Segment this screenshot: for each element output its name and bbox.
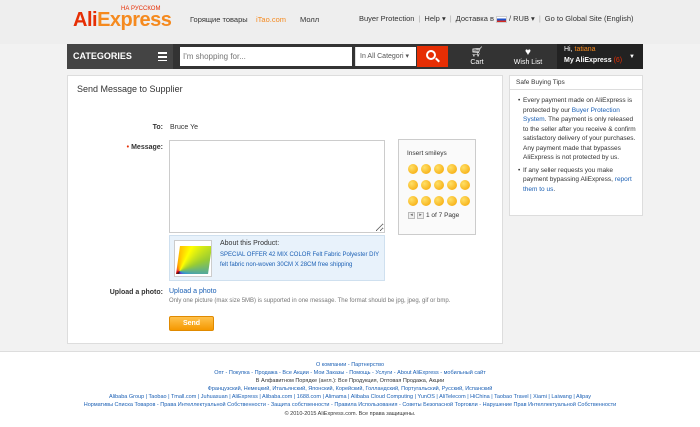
chevron-down-icon: ▾ [405, 53, 410, 60]
aliexpress-logo[interactable]: НА РУССКОМ AliExpress [73, 6, 172, 32]
upload-note: Only one picture (max size 5MB) is suppo… [169, 298, 451, 304]
top-bar: НА РУССКОМ AliExpress Горящие товары iTa… [0, 0, 700, 44]
main-nav-bar: CATEGORIES In All Categori ▾ 🛒︎ Cart ♥ W… [67, 44, 643, 69]
global-site-link[interactable]: Go to Global Site (English) [545, 14, 634, 23]
upload-label: Upload a photo: [109, 289, 163, 296]
count-badge: (6) [613, 57, 623, 64]
smiley-icon[interactable] [434, 196, 444, 206]
smiley-icon[interactable] [460, 164, 470, 174]
send-message-panel: Send Message to Supplier To: Bruce Ye • M… [67, 75, 503, 344]
categories-menu[interactable]: CATEGORIES [67, 44, 173, 69]
user-name: tatiana [574, 46, 596, 53]
copyright: © 2010-2015 AliExpress.com. Все права за… [284, 411, 416, 417]
message-label: • Message: [126, 144, 163, 151]
smiley-icon[interactable] [421, 180, 431, 190]
smileys-title: Insert smileys [407, 150, 447, 157]
smiley-icon[interactable] [447, 180, 457, 190]
prev-page-button[interactable]: ◂ [408, 212, 415, 219]
smiley-icon[interactable] [447, 164, 457, 174]
safe-buying-tips: Safe Buying Tips Every payment made on A… [509, 75, 643, 216]
product-link[interactable]: SPECIAL OFFER 42 MIX COLOR Felt Fabric P… [220, 250, 382, 270]
tips-title: Safe Buying Tips [510, 76, 642, 90]
tip-item: If any seller requests you make payment … [518, 166, 638, 195]
tip-item: Every payment made on AliExpress is prot… [518, 96, 638, 163]
help-menu[interactable]: Help ▾ [424, 14, 445, 23]
upload-photo-link[interactable]: Upload a photo [169, 288, 216, 295]
smiley-grid [408, 164, 474, 212]
send-button[interactable]: Send [169, 316, 214, 331]
product-thumbnail[interactable] [174, 240, 212, 277]
footer-links-main[interactable]: Опт - Покупка - Продажа - Все Акции - Мо… [0, 370, 700, 376]
menu-icon [158, 52, 167, 61]
buyer-protection-link[interactable]: Buyer Protection [359, 14, 414, 23]
smiley-icon[interactable] [408, 180, 418, 190]
smiley-icon[interactable] [434, 180, 444, 190]
footer-links-languages[interactable]: Французский, Немецкий, Итальянский, Япон… [0, 386, 700, 392]
logo-express: Express [97, 9, 172, 31]
heart-icon: ♥ [525, 47, 531, 58]
hot-products-link[interactable]: Горящие товары [190, 15, 248, 24]
page-title: Send Message to Supplier [77, 84, 183, 94]
footer-links-policies[interactable]: Нормативы Списка Товаров - Права Интелле… [0, 402, 700, 408]
search-category-select[interactable]: In All Categori ▾ [355, 47, 416, 66]
product-heading: About this Product: [220, 240, 280, 247]
smiley-icon[interactable] [421, 164, 431, 174]
chevron-down-icon: ▾ [531, 14, 535, 23]
smiley-icon[interactable] [434, 164, 444, 174]
footer-links-company[interactable]: О компании - Партнерство [0, 362, 700, 368]
russia-flag-icon [495, 15, 507, 23]
required-marker: • [126, 144, 130, 151]
recipient-name: Bruce Ye [170, 124, 199, 131]
footer-links-alphabetical[interactable]: В Алфавитном Порядке (англ.): Все Продук… [0, 378, 700, 384]
smiley-icon[interactable] [408, 196, 418, 206]
smiley-icon[interactable] [460, 196, 470, 206]
footer-links-group[interactable]: Alibaba Group | Taobao | Tmall.com | Juh… [0, 394, 700, 400]
smileys-panel: Insert smileys ◂ ▸ 1 of 7 Page [398, 139, 476, 235]
next-page-button[interactable]: ▸ [417, 212, 424, 219]
to-label: To: [152, 124, 163, 131]
footer: О компании - Партнерство Опт - Покупка -… [0, 351, 700, 427]
smileys-pager: ◂ ▸ 1 of 7 Page [408, 212, 459, 219]
chevron-down-icon: ▾ [441, 14, 446, 23]
smiley-icon[interactable] [447, 196, 457, 206]
cart-icon: 🛒︎ [470, 47, 484, 58]
search-input[interactable] [180, 47, 352, 66]
product-info: About this Product: SPECIAL OFFER 42 MIX… [169, 235, 385, 281]
wishlist-button[interactable]: ♥ Wish List [510, 47, 546, 66]
smiley-icon[interactable] [421, 196, 431, 206]
itao-link[interactable]: iTao.com [256, 15, 286, 24]
logo-russian-tag: НА РУССКОМ [121, 6, 161, 12]
my-aliexpress-menu[interactable]: Hi, tatiana My AliExpress (6) ▼ [557, 44, 643, 69]
search-button[interactable] [417, 46, 448, 67]
cart-button[interactable]: 🛒︎ Cart [465, 47, 489, 66]
mall-link[interactable]: Молл [300, 15, 319, 24]
message-textarea[interactable] [169, 140, 385, 233]
smiley-icon[interactable] [460, 180, 470, 190]
delivery-selector[interactable]: Доставка в / RUB ▾ [456, 14, 535, 23]
chevron-down-icon: ▼ [629, 54, 635, 60]
smiley-icon[interactable] [408, 164, 418, 174]
